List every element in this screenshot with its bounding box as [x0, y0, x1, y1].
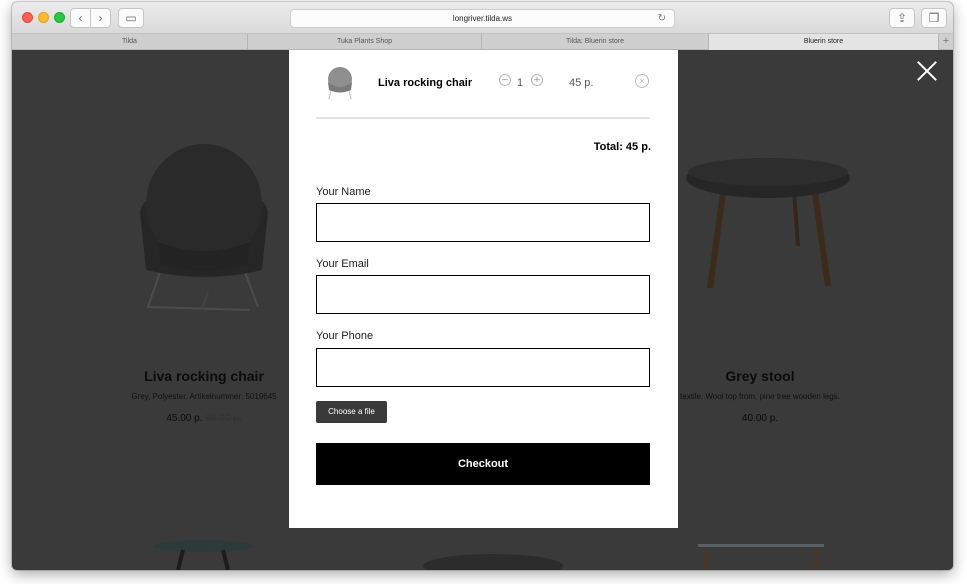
cart-popup: Liva rocking chair − 1 + 45 p. × Total: … — [289, 50, 678, 528]
browser-toolbar: ‹ › ▭ longriver.tilda.ws ↻ ⇪ ❐ — [12, 2, 953, 34]
cart-item-price: 45 p. — [569, 77, 594, 89]
quantity-minus-button[interactable]: − — [499, 74, 511, 86]
tab-tuka-plants-shop[interactable]: Tuka Plants Shop — [248, 34, 482, 50]
phone-field[interactable] — [316, 348, 650, 387]
choose-file-button[interactable]: Choose a file — [316, 401, 387, 423]
minimize-window-button[interactable] — [38, 12, 49, 23]
page-content: Liva rocking chair Grey, Polyester. Arti… — [12, 50, 953, 570]
email-label: Your Email — [316, 258, 369, 270]
phone-label: Your Phone — [316, 330, 374, 342]
old-price: 68.00 p. — [205, 413, 242, 424]
sidebar-toggle-icon[interactable]: ▭ — [118, 8, 144, 28]
cart-item-name: Liva rocking chair — [378, 77, 473, 89]
current-price: 45.00 p. — [166, 413, 203, 424]
product-image-side-table[interactable] — [148, 538, 258, 570]
product-image-rocking-chair[interactable] — [130, 142, 280, 314]
forward-button[interactable]: › — [90, 8, 111, 28]
name-label: Your Name — [316, 186, 371, 198]
address-url: longriver.tilda.ws — [452, 14, 513, 23]
new-tab-button[interactable]: + — [939, 34, 953, 50]
zoom-window-button[interactable] — [54, 12, 65, 23]
checkout-button[interactable]: Checkout — [316, 443, 650, 485]
quantity-value: 1 — [517, 77, 524, 89]
reload-icon[interactable]: ↻ — [658, 10, 666, 27]
tab-bar: Tilda Tuka Plants Shop Tilda: Bluerin st… — [12, 34, 953, 50]
chair-icon — [328, 67, 352, 100]
tab-bluerin-store[interactable]: Bluerin store — [709, 34, 939, 50]
remove-item-button[interactable]: × — [635, 74, 649, 88]
back-button[interactable]: ‹ — [70, 8, 91, 28]
share-icon[interactable]: ⇪ — [889, 8, 915, 28]
tab-tilda[interactable]: Tilda — [12, 34, 248, 50]
cart-divider — [316, 117, 650, 119]
name-field[interactable] — [316, 203, 650, 242]
tab-tilda-bluerin-store[interactable]: Tilda: Bluerin store — [482, 34, 709, 50]
product-image-ottoman[interactable] — [418, 552, 568, 570]
product-image-grey-stool[interactable] — [684, 156, 854, 291]
email-field[interactable] — [316, 275, 650, 314]
close-icon[interactable] — [916, 60, 938, 82]
product-image-bench[interactable] — [696, 542, 826, 570]
address-bar[interactable]: longriver.tilda.ws ↻ — [290, 9, 675, 28]
close-window-button[interactable] — [22, 12, 33, 23]
quantity-plus-button[interactable]: + — [531, 74, 543, 86]
browser-window: ‹ › ▭ longriver.tilda.ws ↻ ⇪ ❐ Tilda Tuk… — [12, 2, 953, 570]
cart-total: Total: 45 p. — [593, 141, 651, 153]
show-tabs-icon[interactable]: ❐ — [921, 8, 947, 28]
